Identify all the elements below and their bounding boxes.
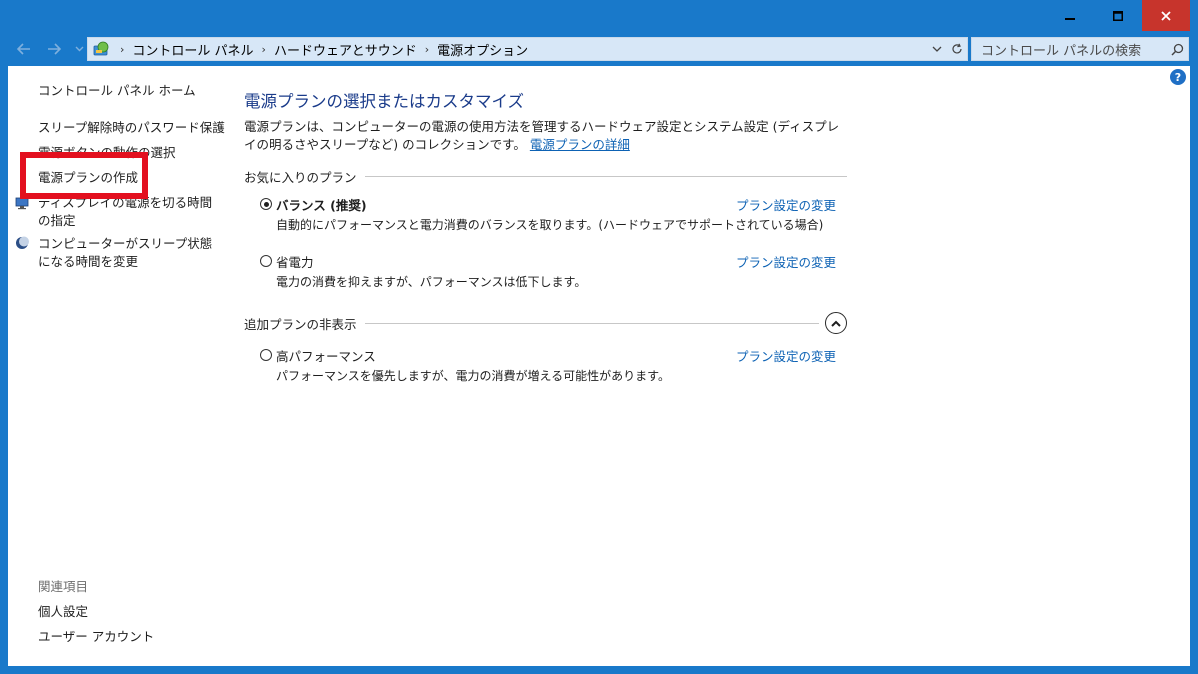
plan-desc-power-saver: 電力の消費を抑えますが、パフォーマンスは低下します。 [276, 275, 587, 289]
sleep-moon-icon [16, 236, 29, 249]
plan-desc-balanced: 自動的にパフォーマンスと電力消費のバランスを取ります。(ハードウェアでサポートさ… [276, 218, 824, 232]
control-panel-home-link[interactable]: コントロール パネル ホーム [38, 82, 196, 100]
plan-radio-balanced[interactable] [260, 198, 272, 210]
title-bar [0, 0, 1198, 34]
change-plan-settings-link-power-saver[interactable]: プラン設定の変更 [736, 252, 836, 271]
search-input[interactable]: コントロール パネルの検索 [971, 37, 1189, 61]
task-pane: コントロール パネル ホーム スリープ解除時のパスワード保護 電源ボタンの動作の… [8, 66, 228, 666]
help-icon[interactable]: ? [1170, 69, 1186, 85]
address-bar[interactable]: › コントロール パネル › ハードウェアとサウンド › 電源オプション [87, 37, 968, 61]
change-plan-settings-link-balanced[interactable]: プラン設定の変更 [736, 195, 836, 214]
hidden-plans-header: 追加プランの非表示 [244, 312, 847, 334]
close-icon [1161, 10, 1171, 21]
related-link-user-accounts[interactable]: ユーザー アカウント [38, 628, 154, 646]
forward-button[interactable] [45, 40, 63, 58]
task-link-sleep-time[interactable]: コンピューターがスリープ状態になる時間を変更 [38, 235, 218, 271]
refresh-button[interactable] [947, 38, 967, 60]
highlight-annotation [20, 152, 148, 199]
breadcrumb-control-panel[interactable]: コントロール パネル [132, 40, 253, 59]
power-plan-details-link[interactable]: 電源プランの詳細 [530, 137, 630, 152]
divider [364, 322, 819, 324]
refresh-icon [952, 43, 962, 54]
breadcrumb-separator: › [120, 42, 125, 56]
main-pane: 電源プランの選択またはカスタマイズ 電源プランは、コンピューターの電源の使用方法… [244, 66, 864, 666]
maximize-icon [1113, 10, 1123, 21]
plan-radio-high-performance[interactable] [260, 349, 272, 361]
address-dropdown-button[interactable] [927, 38, 947, 60]
arrow-left-icon [17, 43, 30, 55]
navigation-row: › コントロール パネル › ハードウェアとサウンド › 電源オプション コント… [0, 34, 1198, 64]
plan-name-balanced[interactable]: バランス (推奨) [276, 195, 367, 214]
content-area: コントロール パネル ホーム スリープ解除時のパスワード保護 電源ボタンの動作の… [8, 66, 1190, 666]
chevron-down-icon [932, 46, 942, 52]
breadcrumb-separator[interactable]: › [425, 43, 429, 56]
control-panel-window: › コントロール パネル › ハードウェアとサウンド › 電源オプション コント… [0, 0, 1198, 674]
search-icon [1166, 43, 1188, 56]
page-title: 電源プランの選択またはカスタマイズ [244, 92, 525, 111]
breadcrumb-hardware-sound[interactable]: ハードウェアとサウンド [274, 40, 417, 59]
search-placeholder: コントロール パネルの検索 [981, 43, 1142, 59]
change-plan-settings-link-high-performance[interactable]: プラン設定の変更 [736, 346, 836, 365]
plan-radio-power-saver[interactable] [260, 255, 272, 267]
plan-desc-high-performance: パフォーマンスを優先しますが、電力の消費が増える可能性があります。 [276, 369, 670, 383]
page-description: 電源プランは、コンピューターの電源の使用方法を管理するハードウェア設定とシステム… [244, 118, 849, 154]
recent-locations-button[interactable] [73, 40, 85, 58]
task-link-wake-password[interactable]: スリープ解除時のパスワード保護 [38, 119, 225, 137]
minimize-icon [1065, 17, 1075, 20]
plan-name-power-saver[interactable]: 省電力 [276, 252, 314, 271]
collapse-hidden-plans-button[interactable] [825, 312, 847, 334]
chevron-down-icon [75, 46, 83, 52]
breadcrumb-separator[interactable]: › [262, 43, 266, 56]
back-button[interactable] [15, 40, 33, 58]
breadcrumb-power-options[interactable]: 電源オプション [437, 40, 528, 59]
task-link-display-off[interactable]: ディスプレイの電源を切る時間の指定 [38, 194, 218, 230]
divider [364, 176, 847, 177]
close-button[interactable] [1142, 0, 1190, 31]
arrow-right-icon [48, 43, 61, 55]
hidden-plans-heading: 追加プランの非表示 [244, 316, 357, 332]
maximize-button[interactable] [1095, 0, 1141, 31]
plan-name-high-performance[interactable]: 高パフォーマンス [276, 346, 376, 365]
related-link-personalization[interactable]: 個人設定 [38, 603, 88, 621]
favorite-plans-heading: お気に入りのプラン [244, 170, 357, 185]
related-heading: 関連項目 [38, 579, 89, 594]
chevron-up-icon [831, 320, 841, 327]
minimize-button[interactable] [1047, 0, 1093, 31]
control-panel-icon [90, 39, 112, 59]
favorite-plans-header: お気に入りのプラン [244, 167, 847, 186]
